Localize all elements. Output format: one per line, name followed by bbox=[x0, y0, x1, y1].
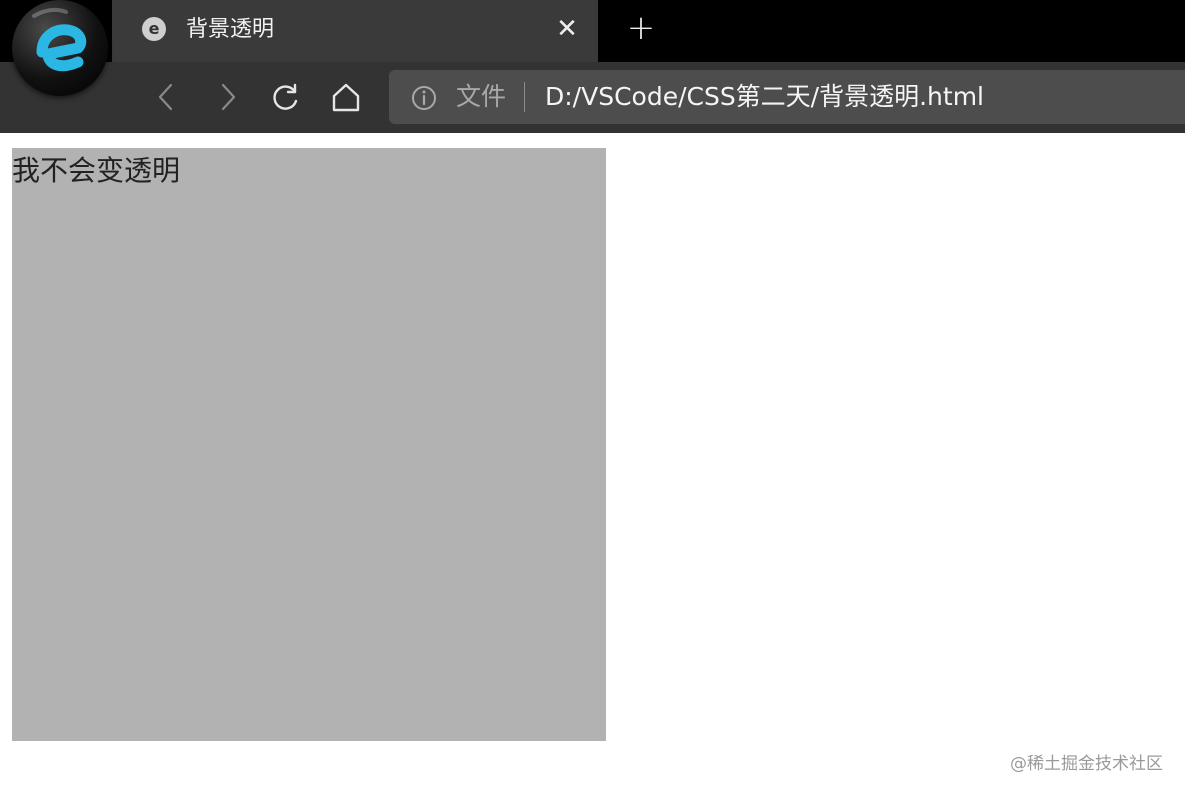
forward-button[interactable] bbox=[208, 76, 248, 118]
tab-favicon-icon: e bbox=[142, 17, 166, 41]
gray-box bbox=[12, 148, 606, 741]
url-text[interactable]: D:/VSCode/CSS第二天/背景透明.html bbox=[545, 80, 984, 114]
box-text: 我不会变透明 bbox=[12, 154, 181, 187]
chevron-right-icon bbox=[221, 83, 236, 111]
address-separator bbox=[524, 82, 525, 112]
chevron-left-icon bbox=[158, 83, 173, 111]
new-tab-button[interactable]: + bbox=[624, 10, 658, 48]
home-icon bbox=[332, 83, 360, 112]
reload-icon bbox=[273, 83, 298, 110]
info-icon[interactable] bbox=[410, 84, 438, 112]
tab-title: 背景透明 bbox=[186, 17, 275, 42]
active-tab[interactable] bbox=[112, 0, 598, 62]
scheme-label: 文件 bbox=[456, 82, 507, 111]
home-button[interactable] bbox=[326, 76, 366, 118]
edge-logo-icon[interactable] bbox=[12, 0, 108, 96]
reload-button[interactable] bbox=[266, 76, 306, 118]
tab-close-button[interactable]: ✕ bbox=[552, 12, 582, 46]
watermark: @稀土掘金技术社区 bbox=[1010, 754, 1163, 774]
back-button[interactable] bbox=[146, 76, 186, 118]
